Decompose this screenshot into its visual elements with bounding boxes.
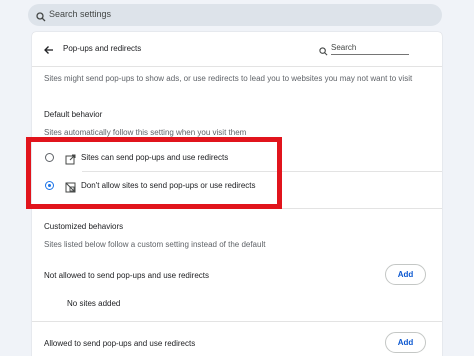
- default-behavior-heading: Default behavior: [44, 110, 103, 119]
- page-search-underline: [331, 54, 409, 55]
- add-not-allowed-button[interactable]: Add: [385, 264, 426, 285]
- highlight-box: [26, 137, 282, 209]
- not-allowed-label: Not allowed to send pop-ups and use redi…: [44, 271, 209, 280]
- page-search-placeholder: Search: [331, 43, 357, 52]
- no-sites-text: No sites added: [67, 299, 121, 308]
- customized-heading: Customized behaviors: [44, 222, 124, 231]
- page-description: Sites might send pop-ups to show ads, or…: [44, 74, 413, 83]
- divider: [32, 321, 442, 322]
- search-icon: [36, 9, 46, 27]
- customized-subtitle: Sites listed below follow a custom setti…: [44, 240, 266, 249]
- allowed-label: Allowed to send pop-ups and use redirect…: [44, 339, 196, 348]
- page-title: Pop-ups and redirects: [63, 44, 142, 53]
- settings-search-bar[interactable]: Search settings: [28, 4, 442, 26]
- page-search-input[interactable]: Search: [319, 42, 409, 56]
- divider: [32, 66, 442, 67]
- settings-search-placeholder: Search settings: [49, 9, 112, 19]
- back-arrow-icon[interactable]: [43, 43, 55, 55]
- add-allowed-button[interactable]: Add: [385, 332, 426, 353]
- search-icon: [319, 43, 328, 61]
- top-bar: Search settings: [0, 0, 474, 30]
